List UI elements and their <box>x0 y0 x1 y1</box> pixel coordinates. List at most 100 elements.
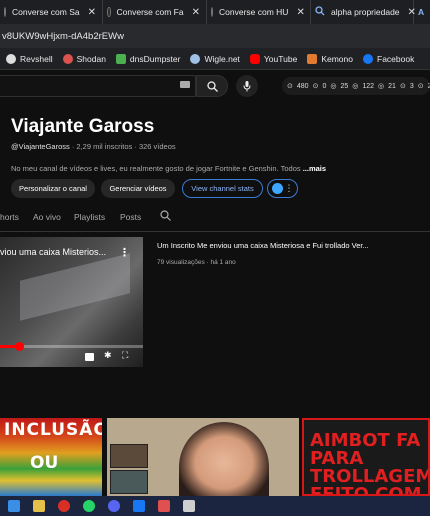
browser-tab[interactable]: Converse com Fa ✕ <box>103 0 207 24</box>
stat-icon: ◎ <box>378 83 385 90</box>
thumbnail-text: INCLUSÃO <box>4 420 102 440</box>
discord-icon[interactable] <box>108 500 120 512</box>
stat-icon: ⊙ <box>417 83 424 90</box>
extension-icon <box>271 183 283 194</box>
webcam-overlay <box>110 444 148 468</box>
tab-posts[interactable]: Posts <box>120 212 141 222</box>
bookmark-dnsdumpster[interactable]: dnsDumpster <box>115 53 181 64</box>
stat-value: 122 <box>362 82 375 90</box>
more-vert-icon[interactable]: ⋮ <box>119 246 130 259</box>
channel-tabs: horts Ao vivo Playlists Posts <box>0 208 430 230</box>
bookmark-facebook[interactable]: Facebook <box>363 53 415 64</box>
channel-handle: @ViajanteGaross <box>11 142 70 151</box>
tab-label: Converse com Fa <box>116 7 184 17</box>
more-vert-icon: ⋮ <box>284 183 294 193</box>
bookmark-kemono[interactable]: Kemono <box>307 53 353 64</box>
captions-icon[interactable] <box>85 353 94 361</box>
tab-label: alpha propriedade <box>331 7 400 17</box>
search-icon <box>206 80 218 92</box>
browser-tab[interactable]: Converse com HU ✕ <box>207 0 311 24</box>
bookmark-label: Kemono <box>321 53 353 64</box>
kemono-icon <box>307 53 318 64</box>
close-icon[interactable]: ✕ <box>88 7 96 18</box>
bookmark-label: Revshell <box>20 53 53 64</box>
gear-icon[interactable]: ✱ <box>104 350 113 360</box>
tab-label: Converse com HU <box>219 7 289 17</box>
view-channel-stats-button[interactable]: View channel stats <box>182 179 263 198</box>
stat-icon: ◎ <box>352 83 359 90</box>
whatsapp-icon[interactable] <box>83 500 95 512</box>
bookmark-revshell[interactable]: Revshell <box>6 53 53 64</box>
stat-icon: ⊙ <box>312 83 319 90</box>
featured-video-meta: 79 visualizações · há 1 ano <box>157 259 236 266</box>
featured-video-title[interactable]: Um Inscrito Me enviou uma caixa Misterio… <box>157 241 369 250</box>
tabs-divider <box>0 231 430 232</box>
youtube-icon <box>249 53 260 64</box>
tab-shorts[interactable]: horts <box>0 212 19 222</box>
bookmark-label: Facebook <box>377 53 415 64</box>
bookmark-label: dnsDumpster <box>129 53 181 64</box>
bookmark-label: YouTube <box>263 53 298 64</box>
facebook-icon <box>363 53 373 64</box>
url-text: v8UKW9wHjxm-dA4b2rEWw <box>2 30 124 42</box>
manage-videos-button[interactable]: Gerenciar vídeos <box>101 179 175 198</box>
address-bar[interactable]: v8UKW9wHjxm-dA4b2rEWw <box>0 24 430 48</box>
customize-channel-button[interactable]: Personalizar o canal <box>11 179 95 198</box>
voice-search-button[interactable] <box>236 75 258 97</box>
extension-menu-button[interactable]: ⋮ <box>267 179 298 198</box>
video-thumbnail[interactable]: AIMBOT FA PARA TROLLAGEM FEITO COM <box>302 418 430 496</box>
more-link[interactable]: ...mais <box>303 164 326 173</box>
search-icon <box>315 6 325 18</box>
thumbnail-face-image <box>179 422 269 496</box>
dnsdumpster-icon <box>115 53 126 64</box>
video-progress-bar[interactable] <box>0 342 143 351</box>
description-text: No meu canal de vídeos e lives, eu realm… <box>11 164 303 173</box>
bookmark-youtube[interactable]: YouTube <box>249 53 298 64</box>
keyboard-icon[interactable] <box>180 81 190 88</box>
video-overlay-title: viou uma caixa Misterios... <box>0 247 107 257</box>
chrome-icon[interactable] <box>58 500 70 512</box>
shodan-icon <box>62 53 73 64</box>
channel-subscribers: · 2,29 mil inscritos · 326 vídeos <box>69 142 176 151</box>
webcam-overlay <box>110 470 148 494</box>
search-input[interactable] <box>0 75 196 97</box>
thumbnail-text: OU <box>30 453 59 473</box>
featured-video-player[interactable]: viou uma caixa Misterios... ⋮ ✱ ⛶ <box>0 237 143 367</box>
microphone-icon <box>243 80 251 91</box>
calculator-icon[interactable] <box>183 500 195 512</box>
wigle-icon <box>190 53 201 64</box>
browser-tab[interactable]: A <box>414 0 430 24</box>
facebook-icon[interactable] <box>133 500 145 512</box>
stat-value: 25 <box>340 82 349 90</box>
fullscreen-icon[interactable]: ⛶ <box>122 350 131 360</box>
file-explorer-icon[interactable] <box>33 500 45 512</box>
tab-live[interactable]: Ao vivo <box>33 212 61 222</box>
video-thumbnail[interactable] <box>107 418 299 496</box>
extension-stats-bar[interactable]: ⊙ 480 ⊙ 0 ◎ 25 ◎ 122 ◎ 21 ⊙ 3 ⊙ 2 <box>282 77 430 95</box>
dev-tool-icon[interactable] <box>158 500 170 512</box>
close-icon[interactable]: ✕ <box>296 7 304 18</box>
tab-playlists[interactable]: Playlists <box>74 212 105 222</box>
progress-scrubber[interactable] <box>14 342 24 351</box>
browser-tab[interactable]: alpha propriedade ✕ <box>311 0 416 24</box>
stat-value: 3 <box>409 82 414 90</box>
channel-name: Viajante Gaross <box>11 116 155 137</box>
bookmark-label: Wigle.net <box>204 53 240 64</box>
bookmark-shodan[interactable]: Shodan <box>62 53 106 64</box>
browser-tab[interactable]: Converse com Sa ✕ <box>0 0 103 24</box>
tab-label: A <box>418 7 425 17</box>
search-button[interactable] <box>196 75 228 97</box>
youtube-icon <box>4 7 7 17</box>
channel-description[interactable]: No meu canal de vídeos e lives, eu realm… <box>11 164 326 173</box>
stat-value: 0 <box>322 82 327 90</box>
stat-icon: ◎ <box>330 83 337 90</box>
youtube-icon <box>211 7 213 17</box>
bookmark-wigle[interactable]: Wigle.net <box>190 53 240 64</box>
browser-tab-strip: Converse com Sa ✕ Converse com Fa ✕ Conv… <box>0 0 430 24</box>
video-thumbnail[interactable]: INCLUSÃO OU <box>0 418 102 496</box>
windows-icon[interactable] <box>8 500 20 512</box>
channel-search-icon[interactable] <box>160 210 171 223</box>
stat-icon: ⊙ <box>287 83 293 90</box>
close-icon[interactable]: ✕ <box>192 7 200 18</box>
thumbnail-text: FEITO COM <box>310 484 422 496</box>
